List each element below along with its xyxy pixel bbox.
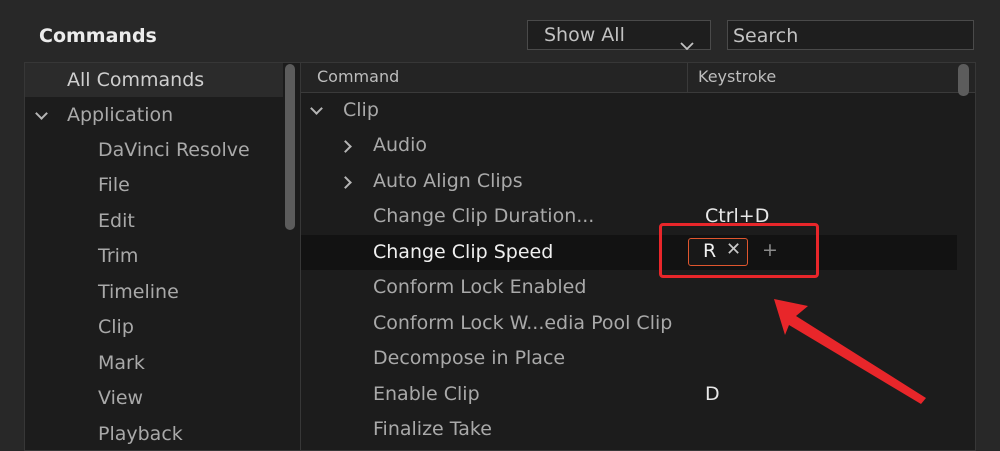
annotation-arrow-icon xyxy=(774,299,926,404)
